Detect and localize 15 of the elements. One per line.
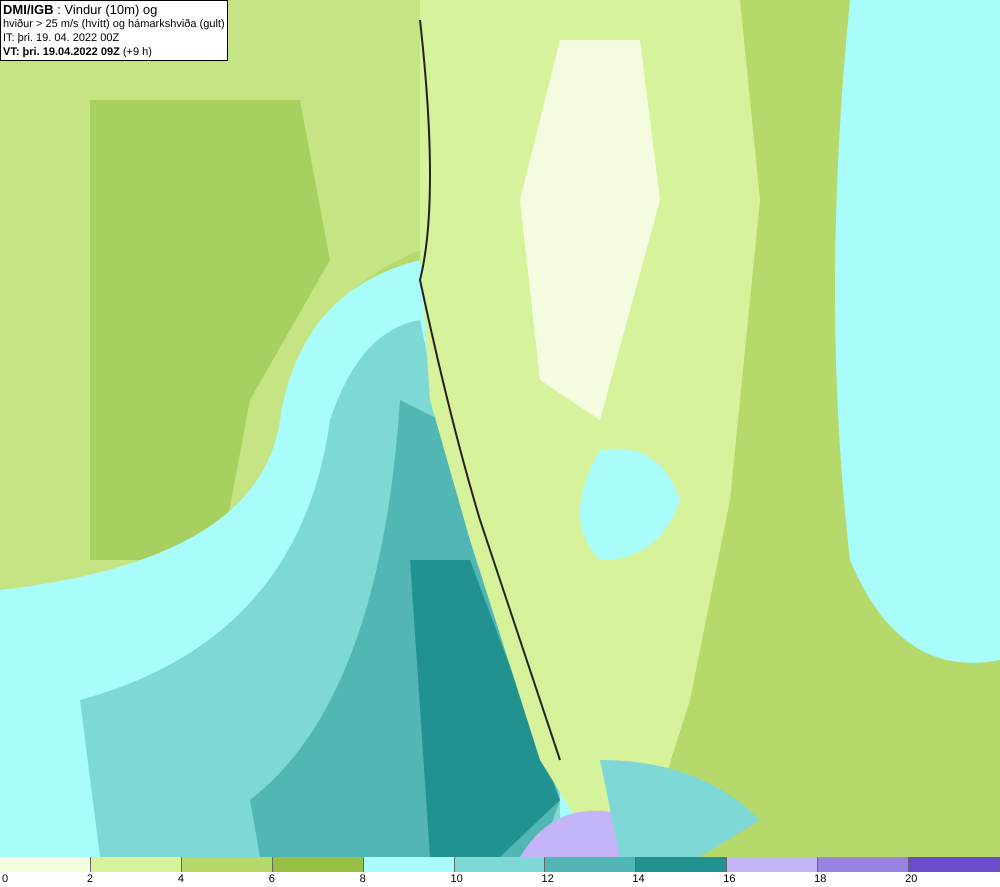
legend-label: 18 [814,872,826,886]
legend-label: 16 [723,872,736,886]
legend-label: 12 [541,872,554,886]
legend-label: 2 [86,872,94,886]
legend-label: 8 [360,872,366,886]
legend-label: 0 [2,872,8,886]
info-text: IT: þri. 19. 04. 2022 00Z [3,31,120,45]
legend-label: 14 [632,872,645,886]
info-text: DMI/IGB : Vindur (10m) og [3,2,158,17]
legend-label: 20 [905,872,918,886]
info-text: hviður > 25 m/s (hvítt) og hámarkshviða (gult) [3,17,225,31]
info-text: VT: þri. 19.04.2022 09Z (+9 h) [3,45,153,59]
legend-label: 10 [450,872,463,886]
legend-label: 6 [268,872,275,886]
legend-label: 4 [178,872,184,886]
